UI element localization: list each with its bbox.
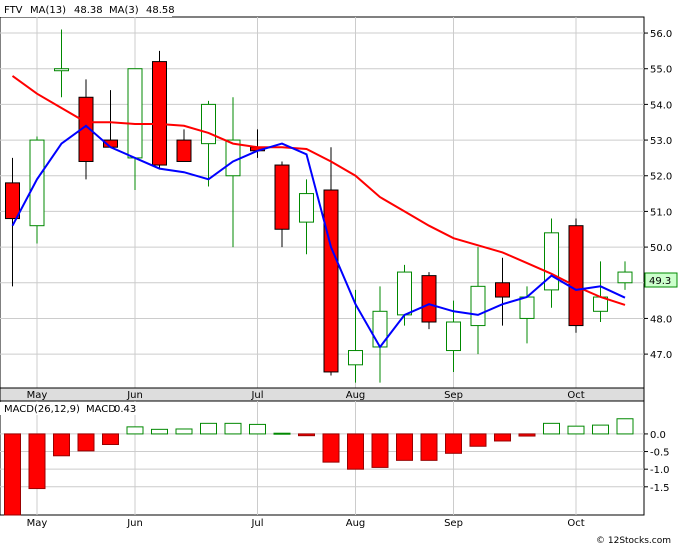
macd-tick-label: -0.5: [650, 448, 670, 459]
candle-up: [519, 296, 535, 319]
month-label: Sep: [444, 390, 463, 401]
price-tick-label: 48.0: [650, 314, 672, 325]
macd-bar-negative: [77, 433, 95, 452]
price-tick-label: 50.0: [650, 243, 672, 254]
macd-bar-negative: [518, 433, 536, 437]
candle-up: [127, 68, 143, 159]
price-legend: FTV MA(13) 48.38 MA(3) 48.58: [0, 0, 175, 17]
legend-ma13-label: MA(13): [30, 5, 66, 16]
price-tick-label: 54.0: [650, 100, 672, 111]
macd-bar-negative: [102, 433, 119, 445]
macd-month-label: Jul: [250, 518, 263, 529]
month-label: May: [27, 390, 48, 401]
macd-y-axis: 0.0 -0.5 -1.0 -1.5: [644, 430, 670, 494]
legend-ma3-value: 48.58: [146, 5, 175, 16]
price-panel: [0, 16, 645, 389]
macd-bar-positive: [616, 418, 634, 435]
macd-bar-negative: [494, 433, 511, 442]
macd-bar-positive: [592, 424, 609, 435]
legend-ticker: FTV: [4, 5, 23, 16]
candle-up: [299, 193, 314, 223]
macd-bar-negative: [445, 433, 462, 454]
macd-bar-negative: [53, 433, 70, 457]
macd-bar-positive: [224, 422, 242, 435]
macd-bar-positive: [200, 422, 217, 435]
macd-x-axis: May Jun Jul Aug Sep Oct: [27, 518, 585, 529]
macd-tick-label: -1.0: [650, 465, 670, 476]
candle-down: [5, 182, 20, 220]
month-label: Aug: [346, 390, 366, 401]
candle-down: [176, 139, 192, 162]
month-label: Jul: [250, 390, 263, 401]
macd-month-label: Oct: [567, 518, 584, 529]
macd-month-label: May: [27, 518, 48, 529]
candle-up: [225, 139, 241, 177]
macd-bar-negative: [28, 433, 46, 490]
candle-up: [470, 285, 486, 327]
candle-up: [544, 232, 559, 291]
candle-up: [617, 271, 633, 284]
candle-up: [54, 68, 69, 72]
macd-tick-label: 0.0: [650, 430, 666, 441]
legend-ma13-value: 48.38: [74, 5, 103, 16]
macd-month-label: Aug: [346, 518, 366, 529]
price-x-axis-band: [0, 387, 645, 402]
macd-title: MACD(26,12,9): [4, 404, 80, 415]
macd-panel: [0, 400, 645, 516]
macd-bar-negative: [371, 433, 389, 468]
macd-bar-positive: [249, 423, 266, 435]
macd-bar-negative: [298, 433, 315, 437]
last-price-tag: 49.3: [644, 272, 678, 288]
macd-bar-positive: [543, 422, 560, 435]
candle-down: [323, 189, 339, 373]
macd-bar-negative: [396, 433, 413, 461]
candle-up: [29, 139, 45, 227]
macd-bar-positive: [273, 432, 291, 435]
macd-month-label: Jun: [126, 518, 143, 529]
macd-bar-positive: [151, 428, 168, 435]
price-tick-label: 52.0: [650, 172, 672, 183]
macd-tick-label: -1.5: [650, 483, 670, 494]
candle-down: [152, 61, 167, 166]
chart-canvas: 56.055.054.053.052.051.050.049.048.047.0…: [0, 0, 678, 546]
macd-bar-negative: [469, 433, 487, 447]
macd-legend-label: MACD: [86, 404, 116, 415]
macd-bar-positive: [175, 428, 193, 435]
macd-month-label: Sep: [444, 518, 463, 529]
macd-legend: MACD(26,12,9) MACD 0.43: [0, 402, 142, 415]
macd-legend-value: 0.43: [114, 404, 136, 415]
price-tick-label: 51.0: [650, 207, 672, 218]
candle-up: [397, 271, 412, 316]
candle-up: [201, 103, 216, 145]
candle-down: [274, 164, 290, 230]
month-label: Jun: [126, 390, 143, 401]
macd-bar-negative: [420, 433, 438, 461]
candle-down: [421, 275, 437, 323]
candle-down: [568, 225, 584, 327]
candle-up: [348, 350, 363, 366]
price-tick-label: 47.0: [650, 350, 672, 361]
price-tick-label: 56.0: [650, 29, 672, 40]
macd-bar-negative: [4, 433, 21, 516]
price-y-axis: 56.055.054.053.052.051.050.049.048.047.0: [644, 29, 672, 361]
last-price-value: 49.3: [649, 276, 671, 287]
macd-bar-positive: [126, 426, 144, 435]
price-tick-label: 55.0: [650, 65, 672, 76]
legend-ma3-label: MA(3): [109, 5, 139, 16]
candle-up: [446, 321, 461, 352]
candle-down: [495, 282, 510, 298]
macd-bar-negative: [347, 433, 364, 470]
month-label: Oct: [567, 390, 584, 401]
watermark: © 12Stocks.com: [596, 536, 671, 546]
price-tick-label: 53.0: [650, 136, 672, 147]
macd-bar-positive: [567, 425, 585, 435]
macd-bar-negative: [322, 433, 340, 463]
